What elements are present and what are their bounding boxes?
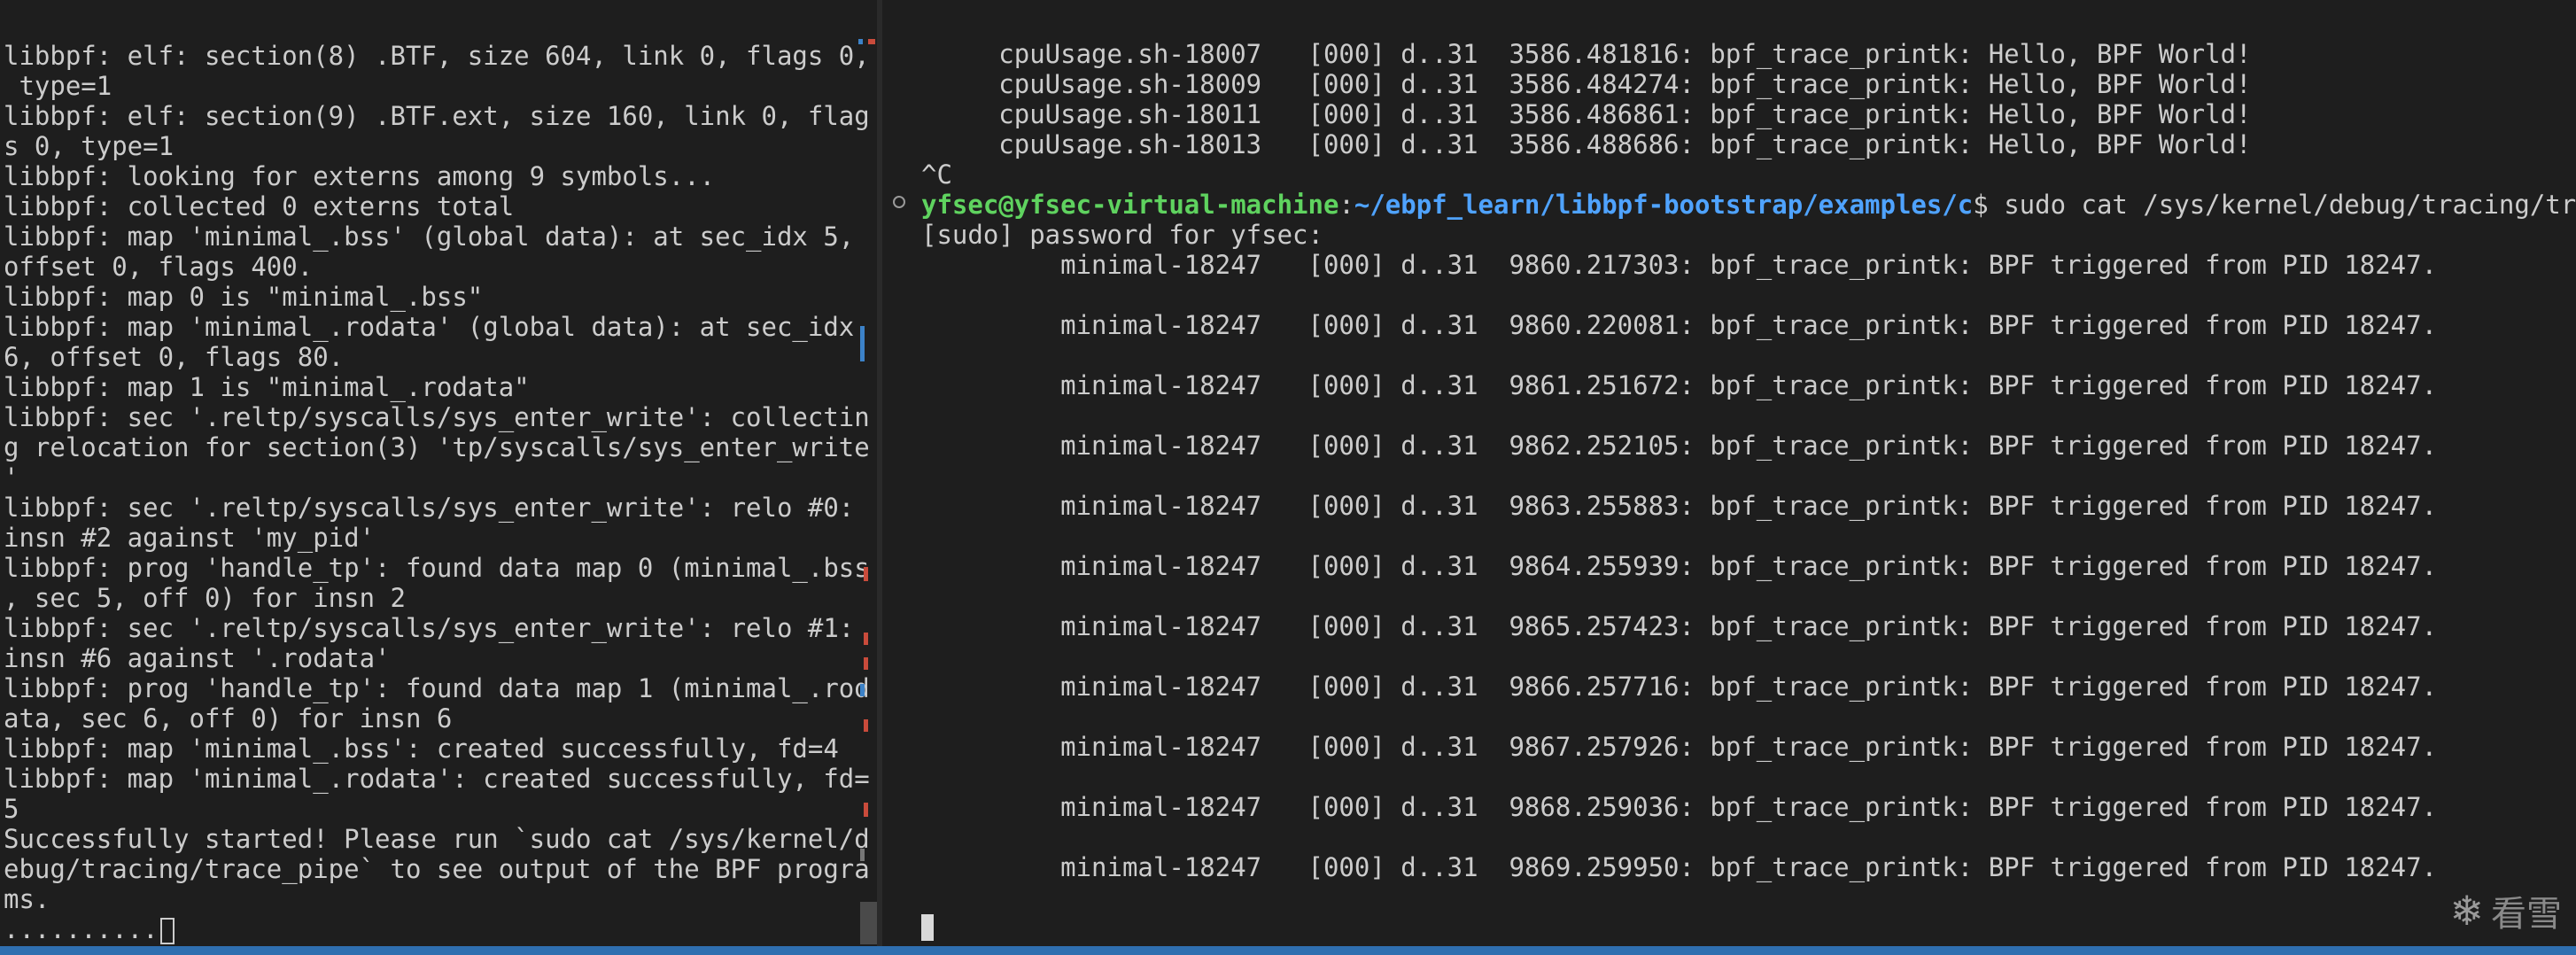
trace-line: minimal-18247 [000] d..31 9868.259036: b…	[921, 792, 2438, 822]
prompt-colon: :	[1338, 190, 1354, 220]
terminal-line: libbpf: sec '.reltp/syscalls/sys_enter_w…	[4, 613, 855, 643]
terminal-line: libbpf: elf: section(8) .BTF, size 604, …	[4, 41, 870, 71]
terminal-line: cpuUsage.sh-18007 [000] d..31 3586.48181…	[921, 39, 2252, 69]
trace-line: minimal-18247 [000] d..31 9864.255939: b…	[921, 551, 2438, 581]
scroll-marker	[860, 684, 865, 696]
scroll-marker	[864, 567, 868, 581]
snowflake-icon: ❄	[2449, 887, 2484, 935]
trace-line	[921, 822, 2576, 852]
overview-ruler	[857, 27, 870, 939]
shell-prompt-line: yfsec@yfsec-virtual-machine:~/ebpf_learn…	[893, 190, 2576, 220]
terminal-line: libbpf: sec '.reltp/syscalls/sys_enter_w…	[4, 402, 870, 432]
command-marker-icon[interactable]	[893, 196, 905, 208]
terminal-line: offset 0, flags 400.	[4, 252, 314, 282]
scroll-marker	[864, 719, 868, 732]
terminal-line: libbpf: prog 'handle_tp': found data map…	[4, 673, 870, 703]
left-terminal-output: libbpf: elf: section(8) .BTF, size 604, …	[4, 41, 870, 944]
prompt-dollar: $	[1973, 190, 1989, 220]
terminal-line: libbpf: map 'minimal_.rodata': created s…	[4, 764, 870, 794]
trace-line	[921, 400, 2576, 431]
progress-dots: ..........	[4, 914, 159, 944]
terminal-line: libbpf: elf: section(9) .BTF.ext, size 1…	[4, 101, 870, 131]
terminal-line: , sec 5, off 0) for insn 2	[4, 583, 406, 613]
left-terminal-pane[interactable]: libbpf: elf: section(8) .BTF, size 604, …	[0, 0, 877, 946]
terminal-line: libbpf: looking for externs among 9 symb…	[4, 161, 716, 191]
terminal-line: '	[4, 462, 19, 493]
trace-line: minimal-18247 [000] d..31 9869.259950: b…	[921, 852, 2438, 882]
trace-line: minimal-18247 [000] d..31 9862.252105: b…	[921, 431, 2438, 461]
trace-line	[921, 581, 2576, 611]
terminal-line: libbpf: map 'minimal_.bss': created succ…	[4, 734, 839, 764]
terminal-line: libbpf: map 1 is "minimal_.rodata"	[4, 372, 530, 402]
scrollbar-thumb[interactable]	[860, 902, 877, 944]
terminal-line: 5	[4, 794, 19, 824]
scroll-marker	[864, 633, 868, 645]
right-terminal-pane[interactable]: cpuUsage.sh-18007 [000] d..31 3586.48181…	[882, 0, 2576, 946]
terminal-line: g relocation for section(3) 'tp/syscalls…	[4, 432, 870, 462]
scroll-marker	[864, 803, 868, 817]
prompt-path: ~/ebpf_learn/libbpf-bootstrap/examples/c	[1354, 190, 1974, 220]
trace-line: minimal-18247 [000] d..31 9867.257926: b…	[921, 732, 2438, 762]
scroll-marker	[860, 849, 865, 861]
terminal-line: Successfully started! Please run `sudo c…	[4, 824, 870, 854]
terminal-line: insn #2 against 'my_pid'	[4, 523, 376, 553]
terminal-line: insn #6 against '.rodata'	[4, 643, 391, 673]
terminal-line: ms.	[4, 884, 50, 914]
terminal-line: ebug/tracing/trace_pipe` to see output o…	[4, 854, 870, 884]
terminal-line: libbpf: prog 'handle_tp': found data map…	[4, 553, 870, 583]
terminal-line: ^C	[921, 159, 952, 190]
terminal-line: ata, sec 6, off 0) for insn 6	[4, 703, 453, 734]
prompt-user-host: yfsec@yfsec-virtual-machine	[921, 190, 1339, 220]
trace-line	[921, 280, 2576, 310]
scroll-marker	[860, 326, 865, 361]
terminal-line: libbpf: sec '.reltp/syscalls/sys_enter_w…	[4, 493, 855, 523]
trace-line	[921, 521, 2576, 551]
trace-line: minimal-18247 [000] d..31 9861.251672: b…	[921, 370, 2438, 400]
terminal-line: cpuUsage.sh-18013 [000] d..31 3586.48868…	[921, 129, 2252, 159]
terminal-line: 6, offset 0, flags 80.	[4, 342, 345, 372]
terminal-line: cpuUsage.sh-18009 [000] d..31 3586.48427…	[921, 69, 2252, 99]
terminal-line: libbpf: collected 0 externs total	[4, 191, 515, 221]
trace-line: minimal-18247 [000] d..31 9863.255883: b…	[921, 491, 2438, 521]
prompt-command: sudo cat /sys/kernel/debug/tracing/trace	[1988, 190, 2576, 220]
watermark: ❄ 看雪	[2449, 882, 2562, 939]
trace-line	[921, 340, 2576, 370]
terminal-line: libbpf: map 0 is "minimal_.bss"	[4, 282, 484, 312]
terminal-line: libbpf: map 'minimal_.bss' (global data)…	[4, 221, 855, 252]
terminal-line: s 0, type=1	[4, 131, 175, 161]
trace-line	[921, 702, 2576, 732]
sudo-password-prompt: [sudo] password for yfsec:	[921, 220, 1323, 250]
terminal-cursor	[921, 914, 934, 941]
trace-line: minimal-18247 [000] d..31 9866.257716: b…	[921, 672, 2438, 702]
trace-line	[921, 762, 2576, 792]
watermark-text: 看雪	[2491, 894, 2562, 935]
progress-line: ..........	[4, 914, 870, 944]
terminal-line: libbpf: map 'minimal_.rodata' (global da…	[4, 312, 855, 342]
right-terminal-output: cpuUsage.sh-18007 [000] d..31 3586.48181…	[893, 39, 2576, 882]
trace-line: minimal-18247 [000] d..31 9860.220081: b…	[921, 310, 2438, 340]
trace-line: minimal-18247 [000] d..31 9860.217303: b…	[921, 250, 2438, 280]
status-bar	[0, 946, 2576, 955]
trace-line: minimal-18247 [000] d..31 9865.257423: b…	[921, 611, 2438, 641]
terminal-line: cpuUsage.sh-18011 [000] d..31 3586.48686…	[921, 99, 2252, 129]
trace-line	[921, 641, 2576, 672]
terminal-line: type=1	[4, 71, 113, 101]
scroll-marker	[864, 657, 868, 670]
trace-line	[921, 461, 2576, 491]
terminal-cursor	[159, 918, 175, 944]
